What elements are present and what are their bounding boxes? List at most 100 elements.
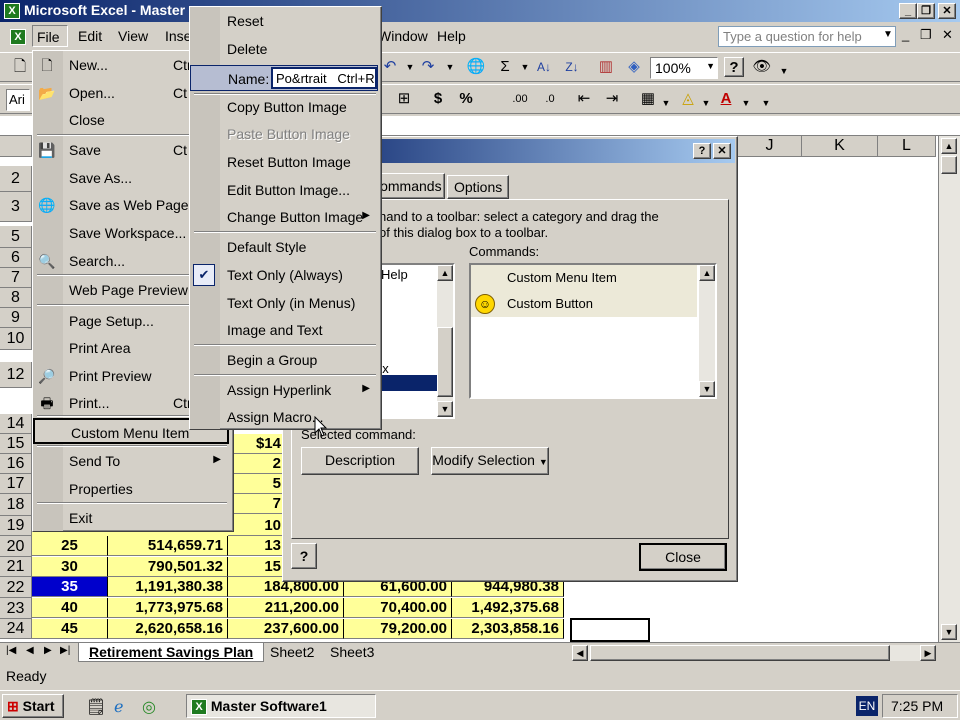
cell[interactable]: 2,303,858.16 — [452, 619, 564, 639]
vertical-scrollbar[interactable]: ▲ ▼ — [938, 136, 960, 642]
sort-ascending-icon[interactable]: A↓ — [534, 57, 554, 77]
menu-item-change-button-image[interactable]: Change Button Image ▶ — [190, 204, 378, 230]
new-doc-icon[interactable]: 🗋 — [10, 57, 30, 77]
percent-icon[interactable]: % — [456, 89, 476, 109]
menu-view[interactable]: View — [118, 28, 148, 44]
merge-center-icon[interactable]: ⊞ — [394, 89, 414, 109]
font-color-icon[interactable]: A — [716, 89, 736, 109]
increase-indent-icon[interactable]: ⇥ — [602, 89, 622, 109]
row-header[interactable]: 20 — [0, 536, 32, 557]
column-header-l[interactable]: L — [878, 136, 936, 157]
categories-list[interactable]: Help ox ▲ ▼ — [373, 263, 455, 419]
tab-options[interactable]: Options — [447, 175, 509, 199]
cell[interactable]: 790,501.32 — [108, 557, 228, 577]
sheet-tab-sheet3[interactable]: Sheet3 — [320, 643, 384, 662]
doc-close-icon[interactable]: ✕ — [942, 27, 953, 43]
fill-color-dropdown-icon[interactable]: ▼ — [696, 93, 716, 113]
doc-minimize-icon[interactable]: _ — [902, 27, 909, 42]
cell[interactable]: 13 — [228, 536, 286, 556]
last-sheet-icon[interactable]: ▶| — [60, 645, 70, 656]
cell[interactable]: 7 — [228, 494, 286, 514]
menu-file[interactable]: File — [32, 25, 68, 47]
help-icon[interactable]: ? — [724, 57, 744, 77]
cell-selection-outline[interactable] — [570, 618, 650, 642]
help-dropdown-icon[interactable]: ▼ — [883, 29, 893, 40]
menu-item-assign-macro[interactable]: Assign Macro... — [190, 404, 378, 430]
row-header[interactable]: 18 — [0, 494, 32, 516]
cell[interactable]: 514,659.71 — [108, 536, 228, 556]
start-button[interactable]: ⊞ Start — [2, 694, 64, 718]
menu-edit[interactable]: Edit — [78, 28, 102, 44]
row-header[interactable]: 24 — [0, 619, 32, 639]
zoom-dropdown-icon[interactable]: ▼ — [706, 61, 715, 71]
cell[interactable]: 45 — [32, 619, 108, 639]
help-question-input[interactable]: Type a question for help — [718, 26, 896, 47]
sheet-tab-sheet2[interactable]: Sheet2 — [260, 643, 324, 662]
undo-icon[interactable]: ↶ — [380, 57, 400, 77]
borders-dropdown-icon[interactable]: ▼ — [656, 93, 676, 113]
restore-icon[interactable]: ❐ — [917, 3, 935, 19]
categories-scrollbar[interactable]: ▲ ▼ — [437, 265, 453, 417]
autosum-dropdown-icon[interactable]: ▼ — [515, 57, 535, 77]
column-header-k[interactable]: K — [802, 136, 878, 157]
cell[interactable]: 15 — [228, 557, 286, 577]
minimize-icon[interactable]: _ — [899, 3, 917, 19]
dialog-close-icon[interactable]: ✕ — [713, 143, 731, 159]
cell[interactable]: $14 — [228, 434, 286, 454]
fill-color-icon[interactable]: ◬ — [678, 89, 698, 109]
formatting-options-icon[interactable]: ▼ — [756, 93, 776, 113]
excel-app-icon[interactable]: X — [4, 3, 20, 19]
menu-item-properties[interactable]: Properties — [33, 476, 229, 502]
menu-item-image-and-text[interactable]: Image and Text — [190, 317, 378, 343]
menu-item-reset-button-image[interactable]: Reset Button Image — [190, 149, 378, 175]
cell[interactable]: 1,773,975.68 — [108, 598, 228, 618]
row-header[interactable]: 7 — [0, 268, 32, 288]
cmd-scroll-up-icon[interactable]: ▲ — [699, 265, 715, 281]
cell[interactable]: 211,200.00 — [228, 598, 344, 618]
cell[interactable]: 70,400.00 — [344, 598, 452, 618]
menu-item-reset[interactable]: Reset — [190, 8, 378, 34]
row-header[interactable]: 15 — [0, 434, 32, 454]
increase-decimal-icon[interactable]: .00 — [510, 89, 530, 109]
chart-wizard-icon[interactable]: ▥ — [596, 57, 616, 77]
cell[interactable]: 1,191,380.38 — [108, 577, 228, 597]
menu-item-send-to[interactable]: Send To ▶ — [33, 448, 229, 474]
prev-sheet-icon[interactable]: ◀ — [26, 645, 34, 656]
scroll-thumb[interactable] — [941, 156, 957, 174]
next-sheet-icon[interactable]: ▶ — [44, 645, 52, 656]
command-item-custom-button[interactable]: ☺ Custom Button — [471, 291, 697, 317]
menu-item-edit-button-image[interactable]: Edit Button Image... — [190, 177, 378, 203]
cat-scroll-thumb[interactable] — [437, 327, 453, 397]
menu-item-text-only-menus[interactable]: Text Only (in Menus) — [190, 290, 378, 316]
row-header[interactable]: 6 — [0, 248, 32, 268]
active-cell[interactable]: 35 — [32, 577, 108, 597]
drawing-icon[interactable]: ◈ — [624, 57, 644, 77]
menu-item-delete[interactable]: Delete — [190, 36, 378, 62]
decrease-indent-icon[interactable]: ⇤ — [574, 89, 594, 109]
command-item-custom-menu[interactable]: Custom Menu Item — [471, 265, 697, 291]
hyperlink-globe-icon[interactable]: 🌐 — [466, 57, 486, 77]
cell[interactable]: 5 — [228, 474, 286, 494]
menu-item-copy-button-image[interactable]: Copy Button Image — [190, 94, 378, 120]
autosum-icon[interactable]: Σ — [495, 57, 515, 77]
quicklaunch-app-icon[interactable]: ◎ — [142, 697, 156, 717]
menu-item-name[interactable]: Name: Po&rtrait Ctrl+R — [190, 65, 378, 91]
row-header[interactable]: 14 — [0, 414, 32, 434]
language-indicator[interactable]: EN — [856, 696, 878, 716]
row-header[interactable]: 3 — [0, 192, 32, 222]
row-header[interactable]: 19 — [0, 516, 32, 536]
cell[interactable]: 40 — [32, 598, 108, 618]
row-header[interactable]: 16 — [0, 454, 32, 474]
row-header[interactable]: 12 — [0, 362, 32, 388]
internet-explorer-icon[interactable]: ℯ — [114, 697, 123, 717]
scroll-left-icon[interactable]: ◀ — [572, 645, 588, 661]
menu-item-assign-hyperlink[interactable]: Assign Hyperlink ▶ — [190, 377, 378, 403]
column-header-j[interactable]: J — [738, 136, 802, 157]
row-header[interactable]: 23 — [0, 598, 32, 619]
row-header[interactable]: 10 — [0, 328, 32, 350]
cell[interactable]: 2 — [228, 454, 286, 474]
currency-icon[interactable]: $ — [428, 89, 448, 109]
row-header[interactable]: 21 — [0, 557, 32, 577]
show-desktop-icon[interactable]: 🗒 — [86, 697, 106, 717]
redo-icon[interactable]: ↷ — [418, 57, 438, 77]
